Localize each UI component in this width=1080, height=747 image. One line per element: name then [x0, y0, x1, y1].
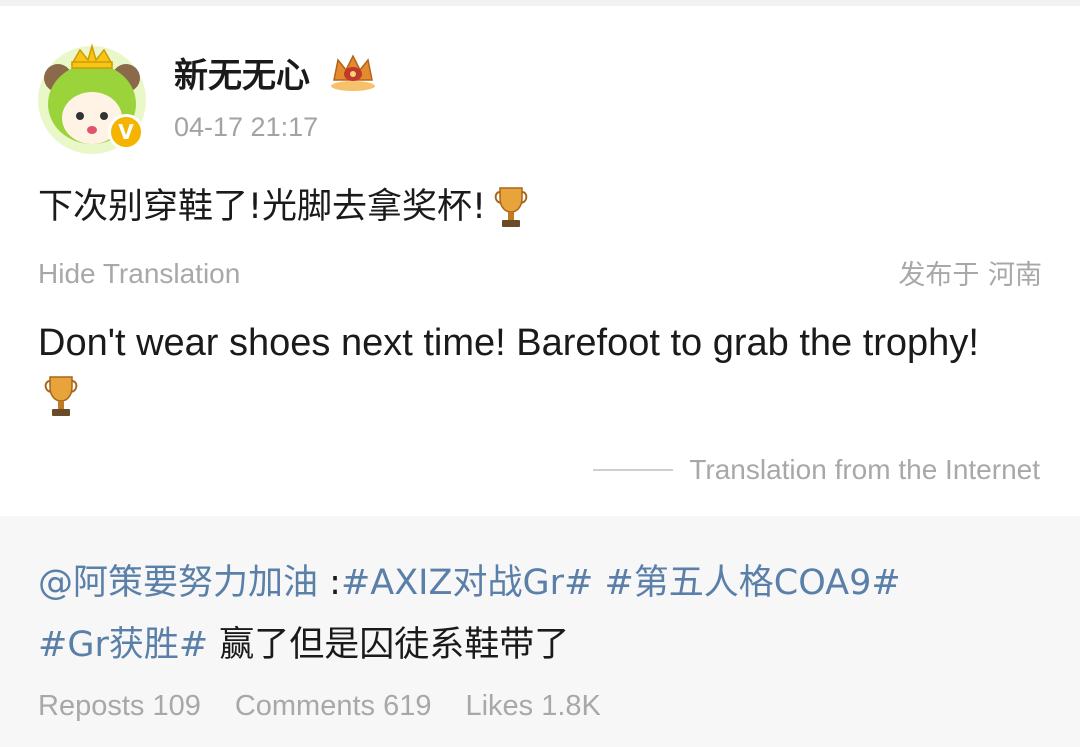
quoted-post-text: @阿策要努力加油 :#AXIZ对战Gr# #第五人格COA9# #Gr获胜# 赢了… [38, 552, 1038, 676]
reposts-count[interactable]: Reposts 109 [38, 686, 201, 726]
hashtag-link[interactable]: #AXIZ对战Gr# [341, 563, 593, 603]
post-card: V 新无无心 04-17 21:17 下次别穿鞋了!光脚去拿奖杯! Hide T… [0, 6, 1080, 516]
post-stats: Reposts 109 Comments 619 Likes 1.8K [38, 686, 601, 726]
mention-link[interactable]: @阿策要努力加油 [38, 563, 318, 603]
mention-separator: : [318, 563, 341, 603]
translation-source-label: Translation from the Internet [689, 454, 1040, 485]
comments-count[interactable]: Comments 619 [235, 686, 432, 726]
quoted-post[interactable]: @阿策要努力加油 :#AXIZ对战Gr# #第五人格COA9# #Gr获胜# 赢了… [0, 516, 1080, 747]
divider-line [593, 469, 674, 471]
translated-text: Don't wear shoes next time! Barefoot to … [38, 314, 1018, 430]
crown-badge-icon [331, 54, 375, 91]
hashtag-link[interactable]: #第五人格COA9# [604, 563, 900, 603]
hide-translation-link[interactable]: Hide Translation [38, 254, 240, 294]
verified-badge-icon: V [108, 114, 144, 150]
quoted-tail-text: 赢了但是囚徒系鞋带了 [208, 625, 570, 665]
trophy-icon [44, 376, 78, 416]
post-location: 发布于 河南 [898, 260, 1042, 291]
translated-text-content: Don't wear shoes next time! Barefoot to … [38, 322, 979, 364]
post-text-content: 下次别穿鞋了!光脚去拿奖杯! [38, 187, 487, 227]
translation-source-note: Translation from the Internet [593, 450, 1040, 490]
trophy-icon [494, 187, 528, 227]
post-timestamp: 04-17 21:17 [174, 112, 319, 142]
username[interactable]: 新无无心 [174, 56, 310, 96]
avatar[interactable]: V [36, 42, 148, 154]
likes-count[interactable]: Likes 1.8K [465, 686, 600, 726]
hashtag-link[interactable]: #Gr获胜# [38, 625, 208, 665]
post-text: 下次别穿鞋了!光脚去拿奖杯! [38, 180, 530, 234]
